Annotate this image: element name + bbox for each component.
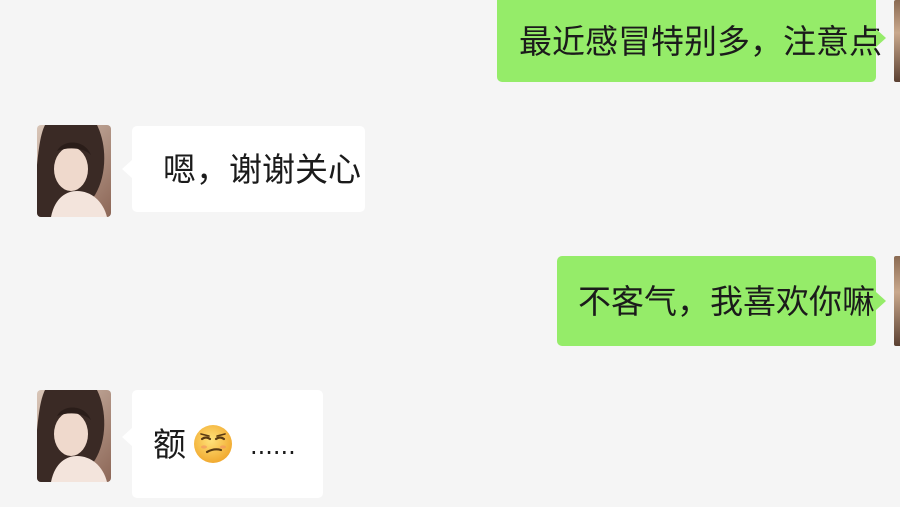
bubble-tail: [876, 292, 886, 310]
message-text: 嗯，谢谢关心: [163, 149, 361, 189]
contact-avatar[interactable]: [37, 125, 111, 217]
smirk-face-emoji-icon: [192, 423, 234, 465]
own-avatar-edge[interactable]: [894, 0, 900, 82]
message-text: 额: [153, 424, 186, 464]
incoming-message-bubble[interactable]: 嗯，谢谢关心: [132, 126, 365, 212]
outgoing-message-bubble[interactable]: 最近感冒特别多，注意点: [497, 0, 882, 82]
message-text: 最近感冒特别多，注意点: [519, 21, 882, 61]
chat-window: 最近感冒特别多，注意点 嗯，谢谢关心 不客气，我喜欢你嘛 额 ......: [0, 0, 900, 507]
incoming-message-bubble[interactable]: 额 ......: [132, 390, 323, 498]
bubble-tail: [876, 29, 886, 47]
contact-avatar-image: [37, 390, 111, 482]
message-text: 不客气，我喜欢你嘛: [578, 281, 875, 321]
contact-avatar[interactable]: [37, 390, 111, 482]
contact-avatar-image: [37, 125, 111, 217]
own-avatar-edge[interactable]: [894, 256, 900, 346]
bubble-tail: [122, 160, 132, 178]
outgoing-message-bubble[interactable]: 不客气，我喜欢你嘛: [557, 256, 876, 346]
message-text: ......: [250, 432, 296, 460]
bubble-tail: [122, 428, 132, 446]
